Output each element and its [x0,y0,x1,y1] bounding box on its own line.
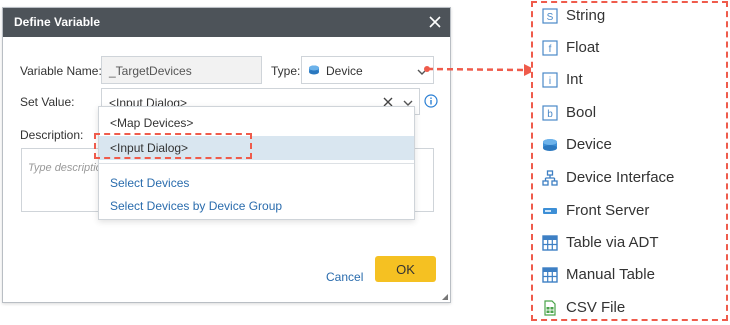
type-menu-item-label: Manual Table [566,266,655,283]
type-menu-item-label: Float [566,39,600,56]
table-icon [542,267,558,283]
select-devices-by-group-label: Select Devices by Device Group [110,199,283,213]
svg-text:i: i [549,76,551,87]
variable-name-field[interactable]: _TargetDevices [101,56,262,84]
description-label: Description: [20,128,84,142]
select-devices-link[interactable]: Select Devices [99,171,414,195]
info-icon[interactable] [424,94,438,108]
svg-text:S: S [547,12,554,23]
highlight-box [94,133,252,159]
description-placeholder: Type description [28,162,108,174]
type-menu-item-label: Table via ADT [566,234,659,251]
type-menu-item-label: Front Server [566,202,650,219]
float-icon: f [542,40,558,56]
dialog-title: Define Variable [14,15,101,29]
int-icon: i [542,72,558,88]
ok-button-label: OK [396,262,415,277]
select-devices-by-group-link[interactable]: Select Devices by Device Group [99,194,414,218]
device-icon [309,65,319,75]
dropdown-item-label: <Map Devices> [110,116,194,130]
select-devices-label: Select Devices [110,176,190,190]
type-menu-item-label: Device [566,136,612,153]
set-value-dropdown: <Map Devices> <Input Dialog> Select Devi… [98,106,415,220]
arrow-connector [424,64,536,76]
device-icon [543,139,557,151]
bool-icon: b [542,105,558,121]
string-icon: S [542,8,558,24]
type-menu-item-label: Int [566,71,583,88]
csv-file-icon [544,300,556,316]
cancel-button[interactable]: Cancel [326,270,363,284]
type-value: Device [326,64,363,78]
front-server-icon [543,208,557,214]
variable-name-value: _TargetDevices [109,64,192,78]
type-menu-item-label: Bool [566,104,597,121]
type-select[interactable]: Device [301,56,434,84]
table-icon [542,235,558,251]
dialog-titlebar: Define Variable [3,8,450,37]
set-value-label: Set Value: [20,95,75,109]
close-icon[interactable] [426,13,444,31]
dropdown-divider [99,163,414,164]
svg-text:b: b [547,109,553,120]
svg-text:f: f [549,44,552,55]
dropdown-item[interactable]: <Map Devices> [99,111,414,135]
variable-name-label: Variable Name: [20,64,102,78]
type-menu-item-label: String [566,7,606,24]
type-menu-item-label: Device Interface [566,169,675,186]
type-menu-panel: S String f Float i Int b Bool Device Dev… [531,1,728,321]
type-label: Type: [271,64,301,78]
type-menu-item-label: CSV File [566,299,626,316]
device-interface-icon [542,170,558,186]
resize-grip-icon[interactable] [442,294,448,300]
ok-button[interactable]: OK [375,256,436,282]
